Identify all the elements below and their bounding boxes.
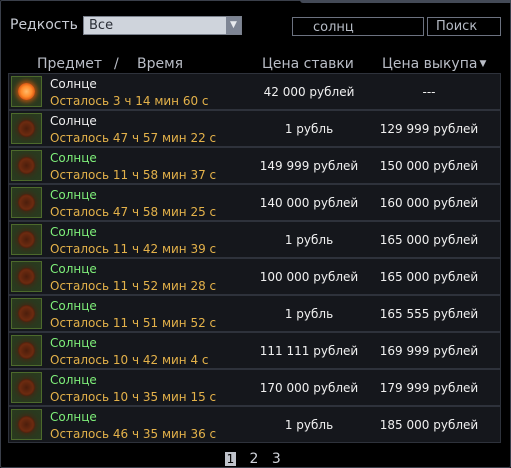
pagination: 1 2 3 xyxy=(225,451,290,467)
column-header-separator: / xyxy=(114,56,119,72)
item-icon xyxy=(11,113,42,144)
sun-icon xyxy=(18,231,35,248)
buyout-price: 179 999 рублей xyxy=(379,381,479,395)
item-icon xyxy=(11,372,42,403)
buyout-price: 129 999 рублей xyxy=(379,122,479,136)
column-header-buyout[interactable]: Цена выкупа ▼ xyxy=(382,56,486,72)
item-name: Солнце xyxy=(50,410,97,424)
buyout-price: 160 000 рублей xyxy=(379,196,479,210)
table-row[interactable]: Солнце Осталось 11 ч 58 мин 37 с 149 999… xyxy=(8,147,501,184)
rarity-selected-value: Все xyxy=(89,18,114,33)
item-name: Солнце xyxy=(50,373,97,387)
time-left: Осталось 10 ч 42 мин 4 с xyxy=(50,353,209,367)
item-name: Солнце xyxy=(50,262,97,276)
column-header-item[interactable]: Предмет xyxy=(37,56,102,72)
buyout-price: --- xyxy=(422,85,436,99)
sun-icon xyxy=(18,83,35,100)
auction-table: Солнце Осталось 3 ч 14 мин 60 с 42 000 р… xyxy=(8,73,501,443)
table-row[interactable]: Солнце Осталось 11 ч 51 мин 52 с 1 рубль… xyxy=(8,295,501,332)
time-left: Осталось 11 ч 58 мин 37 с xyxy=(50,168,217,182)
buyout-price: 169 999 рублей xyxy=(379,344,479,358)
table-row[interactable]: Солнце Осталось 11 ч 42 мин 39 с 1 рубль… xyxy=(8,221,501,258)
sun-icon xyxy=(18,268,35,285)
time-left: Осталось 3 ч 14 мин 60 с xyxy=(50,94,209,108)
table-row[interactable]: Солнце Осталось 10 ч 35 мин 15 с 170 000… xyxy=(8,369,501,406)
table-row[interactable]: Солнце Осталось 3 ч 14 мин 60 с 42 000 р… xyxy=(8,73,501,110)
time-left: Осталось 46 ч 35 мин 36 с xyxy=(50,427,217,441)
item-name: Солнце xyxy=(50,151,97,165)
item-icon xyxy=(11,335,42,366)
buyout-price: 165 000 рублей xyxy=(379,270,479,284)
item-name: Солнце xyxy=(50,188,97,202)
item-icon xyxy=(11,261,42,292)
buyout-price: 150 000 рублей xyxy=(379,159,479,173)
sort-desc-icon: ▼ xyxy=(479,59,487,69)
page-1-button[interactable]: 1 xyxy=(225,452,236,466)
time-left: Осталось 10 ч 35 мин 15 с xyxy=(50,390,217,404)
sun-icon xyxy=(18,379,35,396)
dropdown-arrow-icon[interactable]: ▼ xyxy=(226,17,241,34)
search-input[interactable] xyxy=(292,17,424,36)
time-left: Осталось 47 ч 58 мин 25 с xyxy=(50,205,217,219)
sun-icon xyxy=(18,120,35,137)
item-icon xyxy=(11,187,42,218)
rarity-label: Редкость xyxy=(10,17,78,33)
time-left: Осталось 11 ч 51 мин 52 с xyxy=(50,316,217,330)
item-name: Солнце xyxy=(50,225,97,239)
table-row[interactable]: Солнце Осталось 46 ч 35 мин 36 с 1 рубль… xyxy=(8,406,501,443)
item-name: Солнце xyxy=(50,336,97,350)
table-row[interactable]: Солнце Осталось 47 ч 58 мин 25 с 140 000… xyxy=(8,184,501,221)
column-header-time[interactable]: Время xyxy=(137,56,183,72)
table-row[interactable]: Солнце Осталось 10 ч 42 мин 4 с 111 111 … xyxy=(8,332,501,369)
buyout-price: 165 555 рублей xyxy=(379,307,479,321)
sun-icon xyxy=(18,342,35,359)
item-icon xyxy=(11,150,42,181)
rarity-dropdown[interactable]: Все ▼ xyxy=(83,16,242,35)
buyout-price: 185 000 рублей xyxy=(379,418,479,432)
sun-icon xyxy=(18,305,35,322)
item-name: Солнце xyxy=(50,299,97,313)
sun-icon xyxy=(18,416,35,433)
item-icon xyxy=(11,298,42,329)
buyout-price: 165 000 рублей xyxy=(379,233,479,247)
item-name: Солнце xyxy=(50,77,97,91)
time-left: Осталось 47 ч 57 мин 22 с xyxy=(50,131,217,145)
page-3-button[interactable]: 3 xyxy=(272,451,281,467)
time-left: Осталось 11 ч 42 мин 39 с xyxy=(50,242,217,256)
item-icon xyxy=(11,409,42,440)
time-left: Осталось 11 ч 52 мин 28 с xyxy=(50,279,217,293)
item-icon xyxy=(11,224,42,255)
column-header-buyout-label: Цена выкупа xyxy=(382,56,478,72)
sun-icon xyxy=(18,157,35,174)
window-top-strip xyxy=(300,0,511,3)
sun-icon xyxy=(18,194,35,211)
page-2-button[interactable]: 2 xyxy=(249,451,258,467)
table-row[interactable]: Солнце Осталось 47 ч 57 мин 22 с 1 рубль… xyxy=(8,110,501,147)
item-icon xyxy=(11,76,42,107)
item-name: Солнце xyxy=(50,114,97,128)
column-header-bid[interactable]: Цена ставки xyxy=(262,56,354,72)
table-row[interactable]: Солнце Осталось 11 ч 52 мин 28 с 100 000… xyxy=(8,258,501,295)
search-button[interactable]: Поиск xyxy=(427,17,501,36)
